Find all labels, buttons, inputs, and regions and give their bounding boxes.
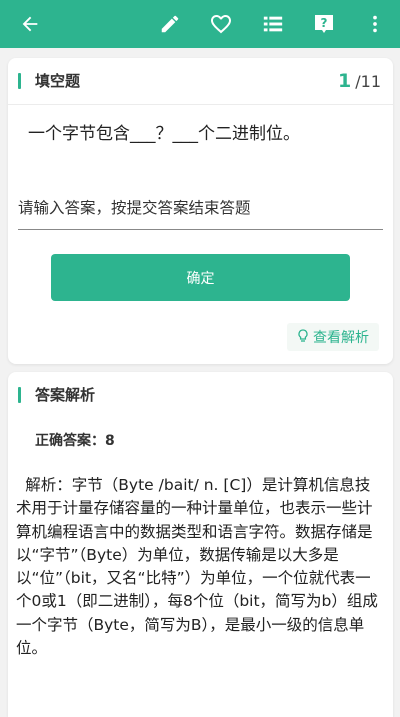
total-question-count: /11 <box>355 72 381 91</box>
analysis-card: 答案解析 正确答案：8 解析：字节（Byte /bait/ n. [C]）是计算… <box>8 372 393 717</box>
question-type-title: 填空题 <box>35 72 81 90</box>
view-analysis-button[interactable]: 查看解析 <box>287 323 379 351</box>
lightbulb-icon <box>297 328 309 347</box>
pencil-icon[interactable] <box>156 10 184 38</box>
list-icon[interactable] <box>259 10 287 38</box>
accent-bar <box>18 387 21 403</box>
question-counter: 1/11 <box>338 70 381 93</box>
divider <box>8 104 393 105</box>
back-arrow-icon[interactable] <box>16 10 44 38</box>
svg-text:?: ? <box>321 16 328 30</box>
correct-answer: 正确答案：8 <box>35 433 115 449</box>
accent-bar <box>18 73 21 89</box>
analysis-text: 解析：字节（Byte /bait/ n. [C]）是计算机信息技术用于计量存储容… <box>16 476 378 658</box>
current-question-number: 1 <box>338 70 352 92</box>
analysis-header: 答案解析 <box>8 372 393 418</box>
question-card: 填空题 1/11 一个字节包含___？___个二进制位。 确定 查看解析 <box>8 58 393 364</box>
question-header: 填空题 1/11 <box>8 58 393 104</box>
question-icon[interactable]: ? <box>310 10 338 38</box>
heart-icon[interactable] <box>207 10 235 38</box>
top-app-bar: ? <box>0 0 400 48</box>
question-text: 一个字节包含___？___个二进制位。 <box>28 124 300 144</box>
confirm-button[interactable]: 确定 <box>51 254 350 301</box>
more-vert-icon[interactable] <box>361 10 389 38</box>
analysis-title: 答案解析 <box>35 386 96 404</box>
answer-input[interactable] <box>18 186 383 230</box>
view-analysis-label: 查看解析 <box>313 330 369 346</box>
